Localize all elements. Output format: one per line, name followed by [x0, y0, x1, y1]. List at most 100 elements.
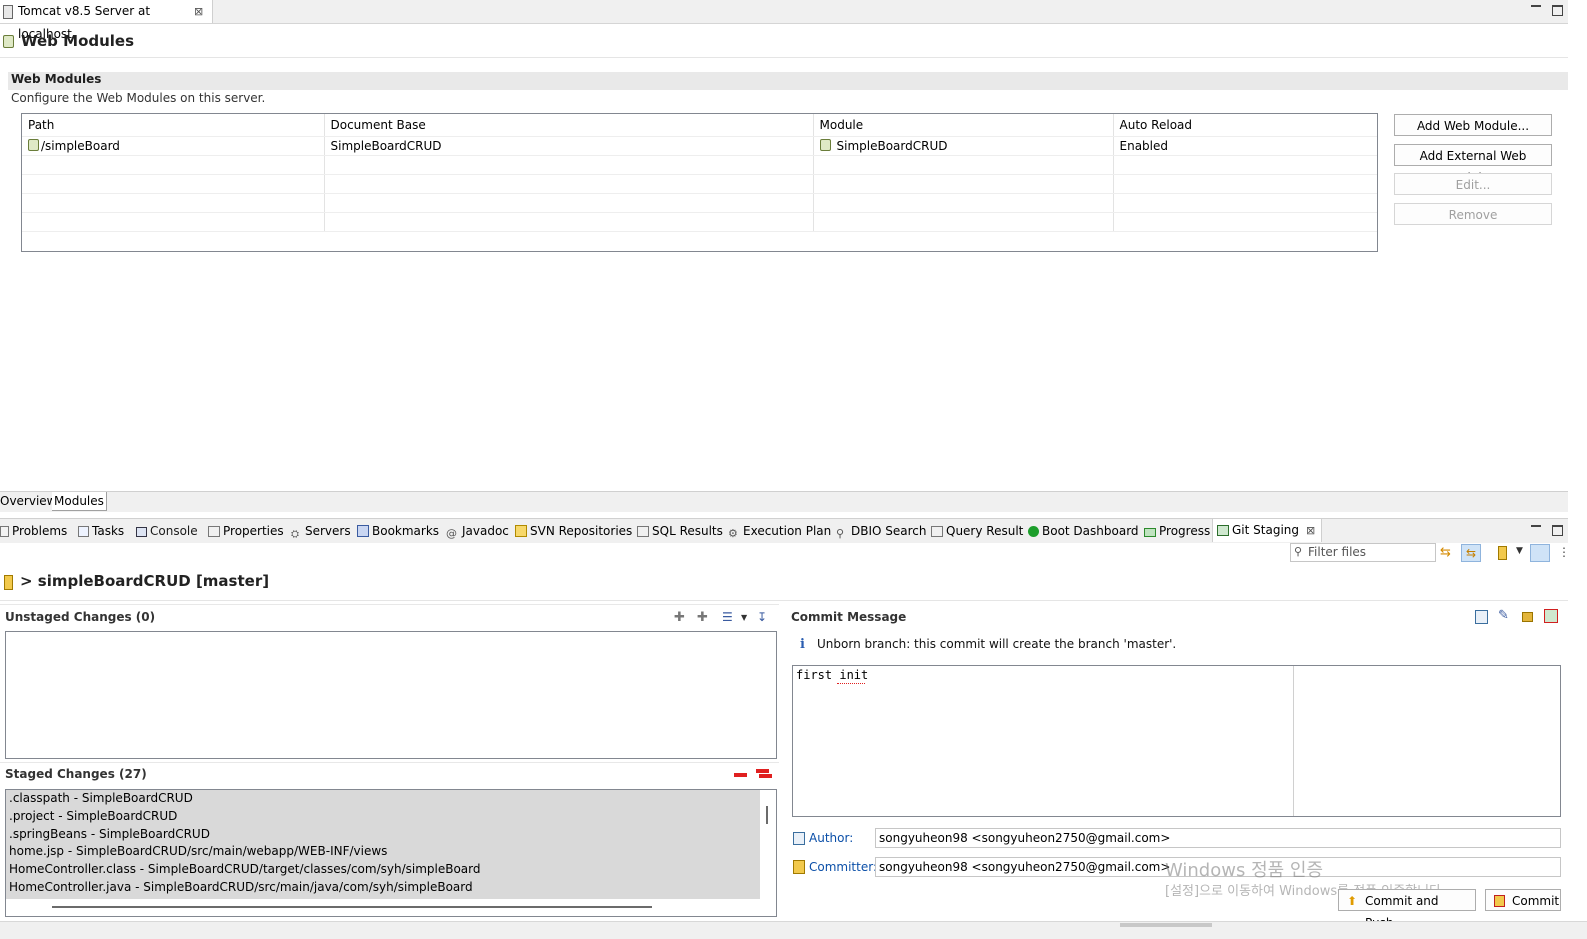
refresh-icon[interactable]: ⇆ [1440, 545, 1451, 560]
progress-icon [1144, 528, 1156, 537]
committer-value: songyuheon98 <songyuheon2750@gmail.com> [879, 860, 1171, 874]
minimize-icon[interactable] [1531, 523, 1541, 527]
tab-dbio-search[interactable]: ⚲ DBIO Search [836, 521, 927, 541]
horizontal-scrollbar-thumb[interactable] [52, 906, 652, 908]
column-header-path[interactable]: Path [22, 114, 325, 137]
repository-icon[interactable] [1498, 546, 1507, 560]
tab-progress[interactable]: Progress [1144, 521, 1210, 541]
tasks-icon [78, 526, 89, 537]
tab-tasks[interactable]: Tasks [78, 521, 124, 541]
author-label[interactable]: Author: [809, 831, 853, 845]
tab-svn-repositories[interactable]: SVN Repositories [515, 521, 632, 541]
sign-off-icon[interactable] [1475, 610, 1488, 624]
list-item[interactable]: .classpath - SimpleBoardCRUD [6, 790, 776, 808]
column-header-auto-reload[interactable]: Auto Reload [1113, 114, 1377, 137]
svn-repositories-icon [515, 525, 527, 537]
problems-icon [0, 526, 9, 537]
author-icon [793, 832, 805, 845]
javadoc-icon: @ [446, 527, 457, 540]
watermark-line1: Windows 정품 인증 [1165, 860, 1324, 881]
repository-label: > simpleBoardCRUD [master] [20, 572, 270, 590]
tab-execution-plan[interactable]: ⚙ Execution Plan [728, 521, 831, 541]
list-item[interactable]: .springBeans - SimpleBoardCRUD [6, 826, 776, 844]
edit-button[interactable]: Edit... [1394, 173, 1552, 195]
maximize-icon[interactable] [1552, 525, 1563, 536]
list-item[interactable]: HomeController.java - SimpleBoardCRUD/sr… [6, 879, 776, 897]
unstage-selected-icon[interactable] [734, 773, 747, 777]
push-icon: ⬆ [1347, 894, 1358, 908]
tab-javadoc[interactable]: @ Javadoc [446, 521, 509, 541]
table-row[interactable]: /simpleBoard SimpleBoardCRUD SimpleBoard… [22, 136, 1377, 156]
add-external-web-module-button[interactable]: Add External Web Module... [1394, 144, 1552, 185]
tab-console[interactable]: Console [136, 521, 198, 541]
remove-button[interactable]: Remove [1394, 203, 1552, 225]
table-row-empty [22, 155, 1377, 175]
link-selection-icon[interactable]: ⇆ [1461, 544, 1481, 562]
presentation-icon[interactable]: ☰ [722, 610, 733, 624]
unstaged-file-list[interactable] [5, 631, 777, 759]
staged-title: Staged Changes (27) [5, 767, 147, 781]
spellcheck-underline [837, 682, 865, 684]
editor-tab-server[interactable]: Tomcat v8.5 Server at localhost ⊠ [0, 0, 213, 41]
git-staging-icon [1217, 525, 1229, 536]
commit-and-push-button[interactable]: ⬆ Commit and Push... [1338, 889, 1476, 930]
section-header [8, 72, 1568, 90]
web-modules-table[interactable]: Path Document Base Module Auto Reload /s… [21, 113, 1378, 252]
stage-selected-icon[interactable]: ✚ [674, 610, 685, 625]
table-row-empty [22, 193, 1377, 213]
editor-tab-bar [0, 0, 1568, 24]
lock-icon[interactable] [1522, 612, 1533, 622]
tab-servers[interactable]: ⛭ Servers [291, 521, 351, 541]
tab-git-staging[interactable]: Git Staging ⊠ [1212, 519, 1323, 542]
search-icon: ⚲ [1294, 545, 1303, 558]
path-value: /simpleBoard [41, 139, 120, 153]
commit-message-title: Commit Message [791, 610, 907, 624]
tab-sql-results[interactable]: SQL Results [637, 521, 723, 541]
module-icon [28, 139, 39, 151]
commit-message-textarea[interactable]: first init [792, 665, 1561, 817]
add-web-module-button[interactable]: Add Web Module... [1394, 114, 1552, 136]
document-base-cell[interactable]: SimpleBoardCRUD [324, 136, 814, 156]
close-icon[interactable]: ⊠ [194, 0, 203, 23]
column-header-document-base[interactable]: Document Base [324, 114, 814, 137]
tab-query-result[interactable]: Query Result [931, 521, 1023, 541]
sort-icon[interactable]: ↧ [757, 610, 767, 624]
commit-icon [1494, 895, 1505, 907]
add-change-id-icon[interactable] [1544, 609, 1558, 623]
edit-icon[interactable]: ✎ [1498, 608, 1509, 623]
list-item[interactable]: HomeController.class - SimpleBoardCRUD/t… [6, 861, 776, 879]
chevron-down-icon[interactable]: ▼ [1516, 546, 1523, 556]
author-field[interactable]: songyuheon98 <songyuheon2750@gmail.com> [875, 828, 1561, 848]
list-item[interactable]: .project - SimpleBoardCRUD [6, 808, 776, 826]
path-cell[interactable]: /simpleBoard [22, 136, 325, 156]
unstage-all-icon[interactable] [756, 769, 769, 773]
view-menu-icon[interactable]: ⋮ [1558, 545, 1570, 559]
committer-label[interactable]: Committer: [809, 860, 877, 874]
bookmarks-icon [357, 525, 369, 537]
table-row-empty [22, 174, 1377, 194]
module-value: SimpleBoardCRUD [836, 139, 948, 153]
layout-icon[interactable] [1530, 544, 1550, 562]
page-title: Web Modules [21, 32, 135, 50]
minimize-icon[interactable] [1531, 3, 1541, 7]
author-value: songyuheon98 <songyuheon2750@gmail.com> [879, 831, 1171, 845]
tab-problems[interactable]: Problems [0, 521, 67, 541]
tab-boot-dashboard[interactable]: Boot Dashboard [1028, 521, 1139, 541]
filter-files-input[interactable]: ⚲ Filter files [1290, 543, 1436, 562]
staged-file-list[interactable]: .classpath - SimpleBoardCRUD .project - … [5, 789, 777, 917]
unstaged-title: Unstaged Changes (0) [5, 610, 156, 624]
maximize-icon[interactable] [1552, 5, 1563, 16]
commit-button[interactable]: Commit [1485, 889, 1561, 911]
stage-all-icon[interactable]: ✚ [697, 610, 708, 625]
vertical-scrollbar-thumb[interactable] [766, 806, 768, 824]
tab-properties[interactable]: Properties [208, 521, 284, 541]
column-header-module[interactable]: Module [813, 114, 1114, 137]
chevron-down-icon[interactable]: ▼ [741, 613, 747, 622]
close-icon[interactable]: ⊠ [1306, 524, 1315, 537]
module-cell[interactable]: SimpleBoardCRUD [813, 136, 1114, 156]
tab-bookmarks[interactable]: Bookmarks [357, 521, 439, 541]
auto-reload-cell[interactable]: Enabled [1113, 136, 1377, 156]
list-item[interactable]: home.jsp - SimpleBoardCRUD/src/main/weba… [6, 843, 776, 861]
header-separator [0, 57, 1568, 58]
tab-modules[interactable]: Modules [52, 492, 107, 511]
